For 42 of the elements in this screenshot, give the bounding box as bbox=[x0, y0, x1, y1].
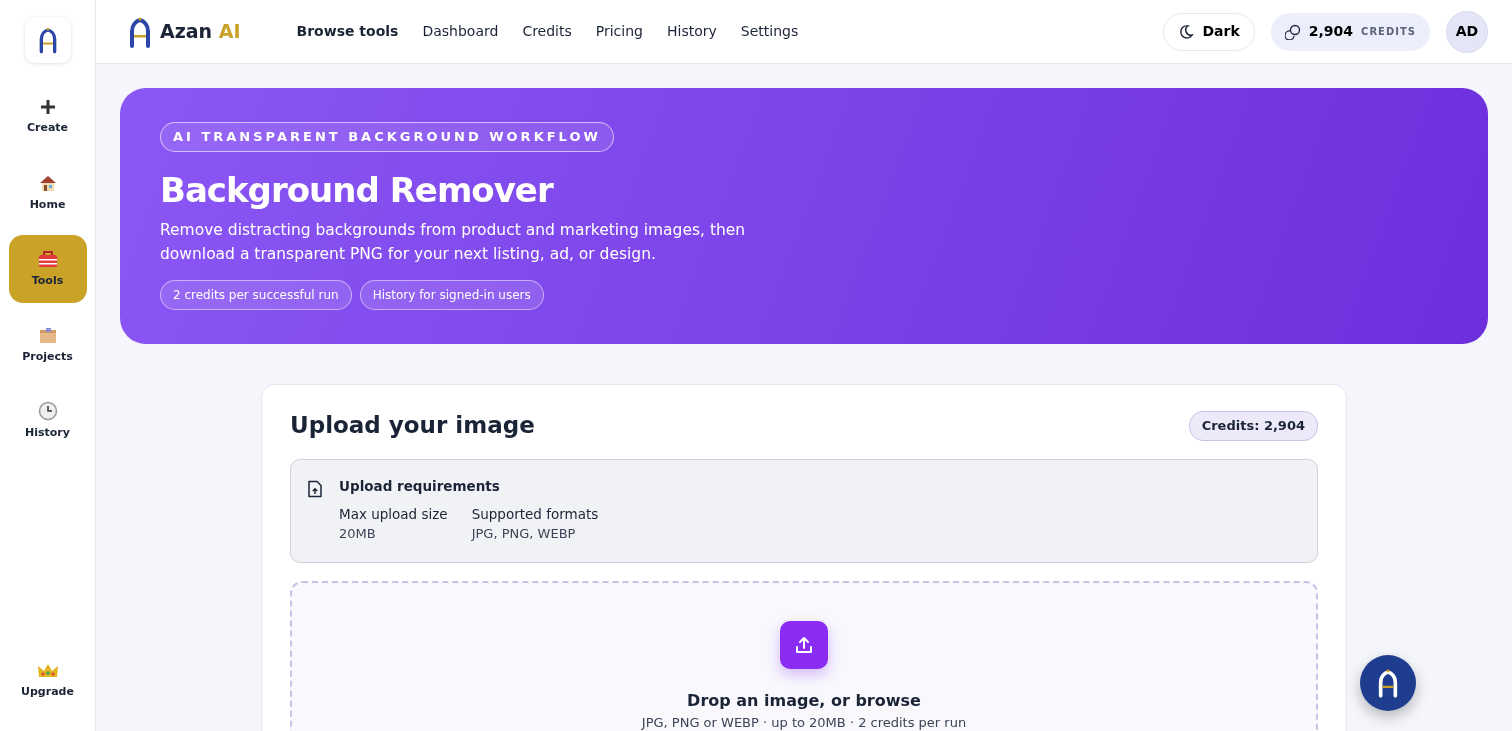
sidebar-item[interactable]: Create bbox=[8, 83, 87, 151]
nav-link[interactable]: Credits bbox=[522, 21, 572, 42]
theme-toggle-button[interactable]: Dark bbox=[1163, 12, 1255, 51]
sidebar-item[interactable]: Tools bbox=[8, 235, 87, 303]
sidebar-item[interactable]: Home bbox=[8, 159, 87, 227]
sidebar-item[interactable]: Projects bbox=[8, 311, 87, 379]
dropzone[interactable]: Drop an image, or browse JPG, PNG or WEBP · up to 20MB · 2 credits per run bbox=[290, 580, 1318, 731]
toolbox-icon bbox=[36, 248, 59, 269]
credits-label: Credits: 2,904 bbox=[1188, 411, 1318, 441]
card-title: Upload your image bbox=[290, 412, 535, 440]
dropzone-hint: JPG, PNG or WEBP · up to 20MB · 2 credits per run bbox=[641, 713, 967, 731]
brand-name: Azan AI bbox=[160, 19, 241, 45]
nav-link[interactable]: Browse tools bbox=[296, 21, 399, 42]
clock-icon bbox=[37, 400, 58, 421]
dropzone-title: Drop an image, or browse bbox=[687, 689, 921, 712]
requirement-value: 20MB bbox=[339, 525, 377, 544]
requirement-label: Max upload size bbox=[339, 505, 448, 525]
hero-description: Remove distracting backgrounds from product and marketing images, then download a transparent PNG for your next listing, ad, or design. bbox=[160, 220, 747, 266]
logo-icon[interactable] bbox=[24, 17, 71, 63]
upload-button[interactable] bbox=[780, 620, 828, 669]
info-tag: History for signed-in users bbox=[359, 280, 544, 311]
nav-link[interactable]: History bbox=[667, 21, 717, 42]
credits-button[interactable]: 2,904 CREDITS bbox=[1270, 12, 1430, 51]
avatar[interactable]: AD bbox=[1446, 10, 1488, 53]
nav-link[interactable]: Dashboard bbox=[422, 21, 499, 42]
requirement-value: JPG, PNG, WEBP bbox=[471, 525, 577, 544]
assistant-button[interactable] bbox=[1360, 655, 1416, 711]
nav-link[interactable]: Settings bbox=[740, 21, 799, 42]
sidebar-item[interactable]: History bbox=[8, 387, 87, 455]
hero-title: Background Remover bbox=[160, 169, 555, 211]
logo-icon bbox=[1377, 667, 1399, 699]
requirements-title: Upload requirements bbox=[339, 476, 501, 496]
eyebrow-label: AI TRANSPARENT BACKGROUND WORKFLOW bbox=[160, 122, 614, 152]
plus-icon bbox=[38, 97, 57, 116]
upgrade-button[interactable]: Upgrade bbox=[8, 647, 87, 715]
info-tag: 2 credits per successful run bbox=[160, 280, 352, 311]
moon-icon bbox=[1178, 23, 1195, 40]
coins-icon bbox=[1284, 23, 1301, 40]
nav-link[interactable]: Pricing bbox=[595, 21, 643, 42]
requirement-label: Supported formats bbox=[471, 505, 599, 525]
brand-logo[interactable]: Azan AI bbox=[128, 13, 241, 50]
file-upload-icon bbox=[307, 479, 323, 498]
